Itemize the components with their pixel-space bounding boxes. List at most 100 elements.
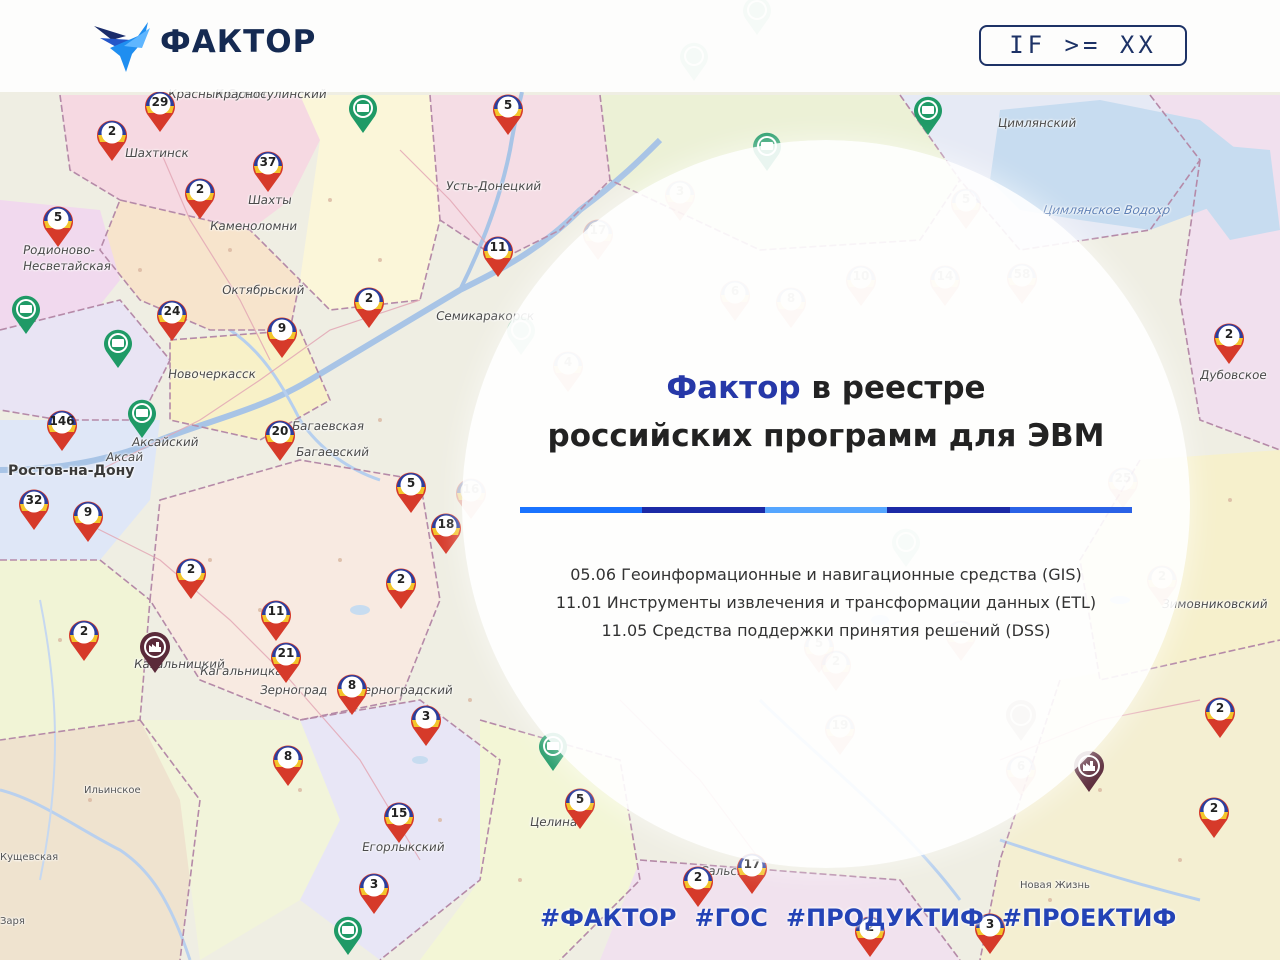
cluster-marker[interactable]: 5 — [41, 204, 75, 248]
cluster-marker[interactable]: 29 — [143, 89, 177, 133]
announcement-title: Фактор в реестре российских программ для … — [462, 364, 1190, 460]
cluster-marker[interactable]: 2 — [384, 566, 418, 610]
map-label: Заря — [0, 916, 25, 927]
cluster-marker[interactable]: 3 — [409, 703, 443, 747]
station-marker[interactable] — [347, 92, 379, 134]
factory-marker[interactable] — [138, 630, 172, 674]
hashtag[interactable]: #ГОС — [694, 904, 767, 932]
cluster-marker[interactable]: 2 — [174, 556, 208, 600]
map-label: Каменоломни — [209, 219, 299, 233]
hashtag[interactable]: #ПРОЕКТИФ — [1002, 904, 1176, 932]
cluster-count: 15 — [390, 806, 408, 820]
cluster-count: 21 — [277, 646, 295, 660]
map-label: Цимлянское Водохр — [1042, 203, 1172, 217]
cluster-count: 9 — [83, 505, 93, 519]
category-list: 05.06 Геоинформационные и навигационные … — [462, 561, 1190, 645]
cluster-count: 2 — [364, 291, 374, 305]
cluster-count: 3 — [369, 877, 379, 891]
cluster-marker[interactable]: 11 — [259, 598, 293, 642]
faktor-logo[interactable]: ФАКТОР — [92, 18, 315, 74]
cluster-marker[interactable]: 24 — [155, 298, 189, 342]
cluster-marker[interactable]: 15 — [382, 800, 416, 844]
cluster-marker[interactable]: 9 — [71, 499, 105, 543]
station-marker[interactable] — [912, 94, 944, 136]
cluster-marker[interactable]: 146 — [45, 408, 79, 452]
bird-logo-icon — [94, 22, 150, 72]
cluster-marker[interactable]: 9 — [265, 315, 299, 359]
station-marker[interactable] — [10, 293, 42, 335]
cluster-marker[interactable]: 37 — [251, 149, 285, 193]
cluster-marker[interactable]: 2 — [1197, 795, 1231, 839]
cluster-marker[interactable]: 2 — [1212, 321, 1246, 365]
map-label: Новочеркасск — [167, 367, 257, 381]
announcement-circle — [462, 140, 1190, 868]
logo-wordmark: ФАКТОР — [160, 24, 317, 60]
map-label: Шахты — [247, 193, 293, 207]
stripe-segment — [764, 507, 888, 513]
cluster-count: 5 — [575, 792, 585, 806]
color-stripe-divider — [520, 507, 1133, 513]
map-label: Октябрьский — [221, 283, 306, 297]
station-marker[interactable] — [102, 327, 134, 369]
cluster-marker[interactable]: 2 — [67, 618, 101, 662]
stripe-segment — [642, 507, 765, 513]
cluster-marker[interactable]: 20 — [263, 418, 297, 462]
cluster-marker[interactable]: 32 — [17, 487, 51, 531]
cluster-marker[interactable]: 3 — [357, 871, 391, 915]
cluster-count: 8 — [283, 749, 293, 763]
cluster-count: 9 — [277, 321, 287, 335]
map-label: Ильинское — [84, 785, 141, 796]
header-bar: ФАКТОР IF >= XX — [0, 0, 1280, 92]
cluster-marker[interactable]: 8 — [271, 743, 305, 787]
cluster-count: 2 — [195, 182, 205, 196]
cluster-marker[interactable]: 2 — [681, 864, 715, 908]
map-label: Кущевская — [0, 852, 59, 863]
cluster-count: 2 — [186, 562, 196, 576]
cluster-count: 5 — [53, 210, 63, 224]
map-label: Багаевский — [295, 445, 371, 459]
map-label: Дубовское — [1199, 368, 1268, 382]
hashtag[interactable]: #ФАКТОР — [540, 904, 676, 932]
cluster-marker[interactable]: 21 — [269, 640, 303, 684]
cluster-count: 29 — [151, 95, 169, 109]
station-marker[interactable] — [332, 914, 364, 956]
cluster-count: 2 — [396, 572, 406, 586]
title-brand: Фактор — [666, 370, 801, 406]
cluster-marker[interactable]: 5 — [394, 470, 428, 514]
map-label: Новая Жизнь — [1020, 880, 1090, 891]
cluster-marker[interactable]: 2 — [95, 118, 129, 162]
cluster-count: 20 — [271, 424, 289, 438]
map-label: Цимлянский — [997, 116, 1078, 130]
cluster-marker[interactable]: 5 — [491, 92, 525, 136]
cluster-count: 11 — [489, 240, 507, 254]
map-label: Несветайская — [22, 259, 113, 273]
map-label: Ростов-на-Дону — [8, 463, 135, 479]
map-label: Шахтинск — [124, 146, 190, 160]
cluster-marker[interactable]: 8 — [335, 672, 369, 716]
category-item: 11.05 Средства поддержки принятия решени… — [601, 621, 1051, 640]
cluster-marker[interactable]: 2 — [1203, 695, 1237, 739]
cluster-marker[interactable]: 11 — [481, 234, 515, 278]
map-label: Зерноградский — [355, 683, 454, 697]
cluster-count: 146 — [49, 414, 75, 428]
station-marker[interactable] — [126, 397, 158, 439]
cluster-count: 5 — [503, 98, 513, 112]
cluster-count: 2 — [79, 624, 89, 638]
category-item: 11.01 Инструменты извлечения и трансформ… — [555, 593, 1097, 612]
cluster-marker[interactable]: 5 — [563, 786, 597, 830]
map-label: Зерноград — [259, 683, 329, 697]
cluster-count: 24 — [163, 304, 181, 318]
cluster-marker[interactable]: 2 — [183, 176, 217, 220]
cluster-marker[interactable]: 2 — [352, 285, 386, 329]
map-label: Багаевская — [291, 419, 366, 433]
cluster-count: 2 — [1215, 701, 1225, 715]
cluster-count: 3 — [421, 709, 431, 723]
hashtag[interactable]: #ПРОДУКТИФ — [786, 904, 984, 932]
map-label: Аксай — [105, 450, 145, 464]
title-rest: в реестре — [800, 370, 986, 406]
cluster-count: 37 — [259, 155, 277, 169]
cluster-count: 11 — [267, 604, 285, 618]
partner-logo[interactable]: IF >= XX — [979, 25, 1187, 66]
cluster-count: 2 — [107, 124, 117, 138]
hashtags: #ФАКТОР #ГОС #ПРОДУКТИФ #ПРОЕКТИФ — [540, 904, 1200, 932]
